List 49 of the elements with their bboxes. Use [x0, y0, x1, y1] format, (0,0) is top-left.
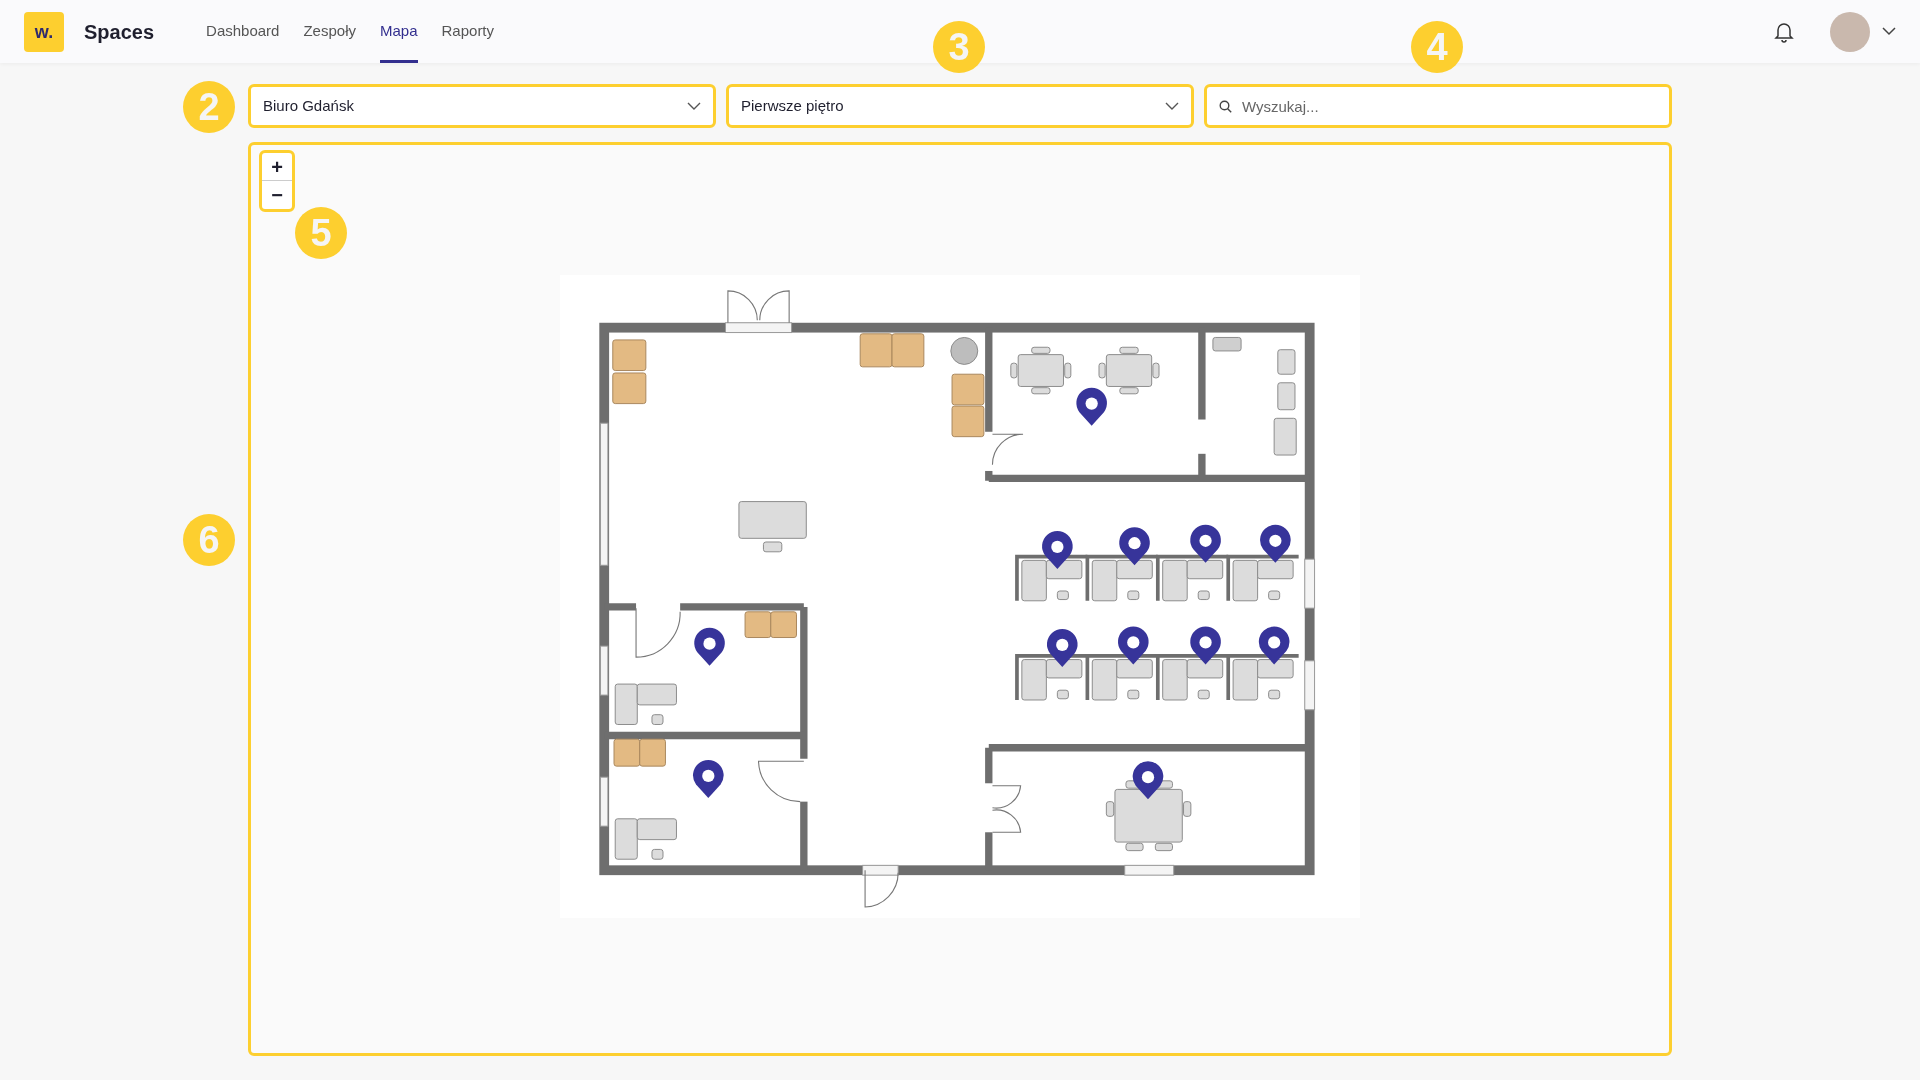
sink-drawing: [1212, 336, 1242, 352]
map-pin[interactable]: [1190, 626, 1221, 665]
desk-drawing: [614, 818, 677, 860]
window-drawing: [600, 776, 609, 827]
window-drawing: [1304, 660, 1316, 711]
search-icon: [1219, 100, 1232, 113]
map-pin[interactable]: [1119, 527, 1150, 566]
nav-tab[interactable]: Mapa: [380, 0, 418, 63]
window-drawing: [600, 645, 609, 696]
sofa-drawing: [859, 333, 925, 368]
desk-drawing: [614, 683, 677, 725]
callout-number: 2: [183, 81, 235, 133]
sofa-drawing: [612, 339, 647, 405]
door-drawing: [758, 760, 805, 803]
window-drawing: [1124, 864, 1175, 876]
window-drawing: [1304, 558, 1316, 609]
table-with-chairs-drawing: [1010, 346, 1072, 395]
sofa-drawing: [744, 611, 797, 638]
building-select[interactable]: Biuro Gdańsk: [248, 84, 716, 128]
nav-tab[interactable]: Raporty: [441, 0, 495, 63]
app-logo[interactable]: w.: [24, 11, 64, 52]
sofa-drawing: [613, 738, 666, 767]
desk-drawing: [738, 501, 807, 553]
map-pin[interactable]: [1258, 626, 1290, 665]
map-pin[interactable]: [693, 760, 724, 798]
map-pin[interactable]: [1190, 524, 1221, 563]
map-pin[interactable]: [1042, 531, 1073, 569]
map-pin[interactable]: [1260, 524, 1291, 563]
chevron-down-icon[interactable]: [1882, 27, 1896, 36]
callout-number: 6: [183, 514, 235, 566]
nav-tab[interactable]: Zespoły: [303, 0, 356, 63]
zoom-out-button[interactable]: −: [262, 181, 292, 209]
map-pin[interactable]: [1046, 629, 1078, 667]
door-drawing: [991, 433, 1024, 466]
map-pin[interactable]: [694, 627, 725, 666]
app-name: Spaces: [84, 19, 155, 45]
nav-tab[interactable]: Dashboard: [206, 0, 280, 63]
sofa-drawing: [951, 373, 985, 438]
plant-pot-drawing: [950, 336, 979, 365]
table-with-chairs-drawing: [1098, 346, 1160, 395]
zoom-in-button[interactable]: +: [262, 153, 292, 181]
bell-icon[interactable]: [1774, 20, 1794, 43]
map-pin[interactable]: [1132, 761, 1164, 800]
floor-select[interactable]: Pierwsze piętro: [726, 84, 1194, 128]
chevron-down-icon: [687, 102, 701, 110]
search-field[interactable]: Wyszukaj...: [1204, 84, 1672, 128]
map-pin[interactable]: [1118, 626, 1149, 665]
chevron-down-icon: [1165, 102, 1179, 110]
map-pin[interactable]: [1076, 387, 1107, 426]
